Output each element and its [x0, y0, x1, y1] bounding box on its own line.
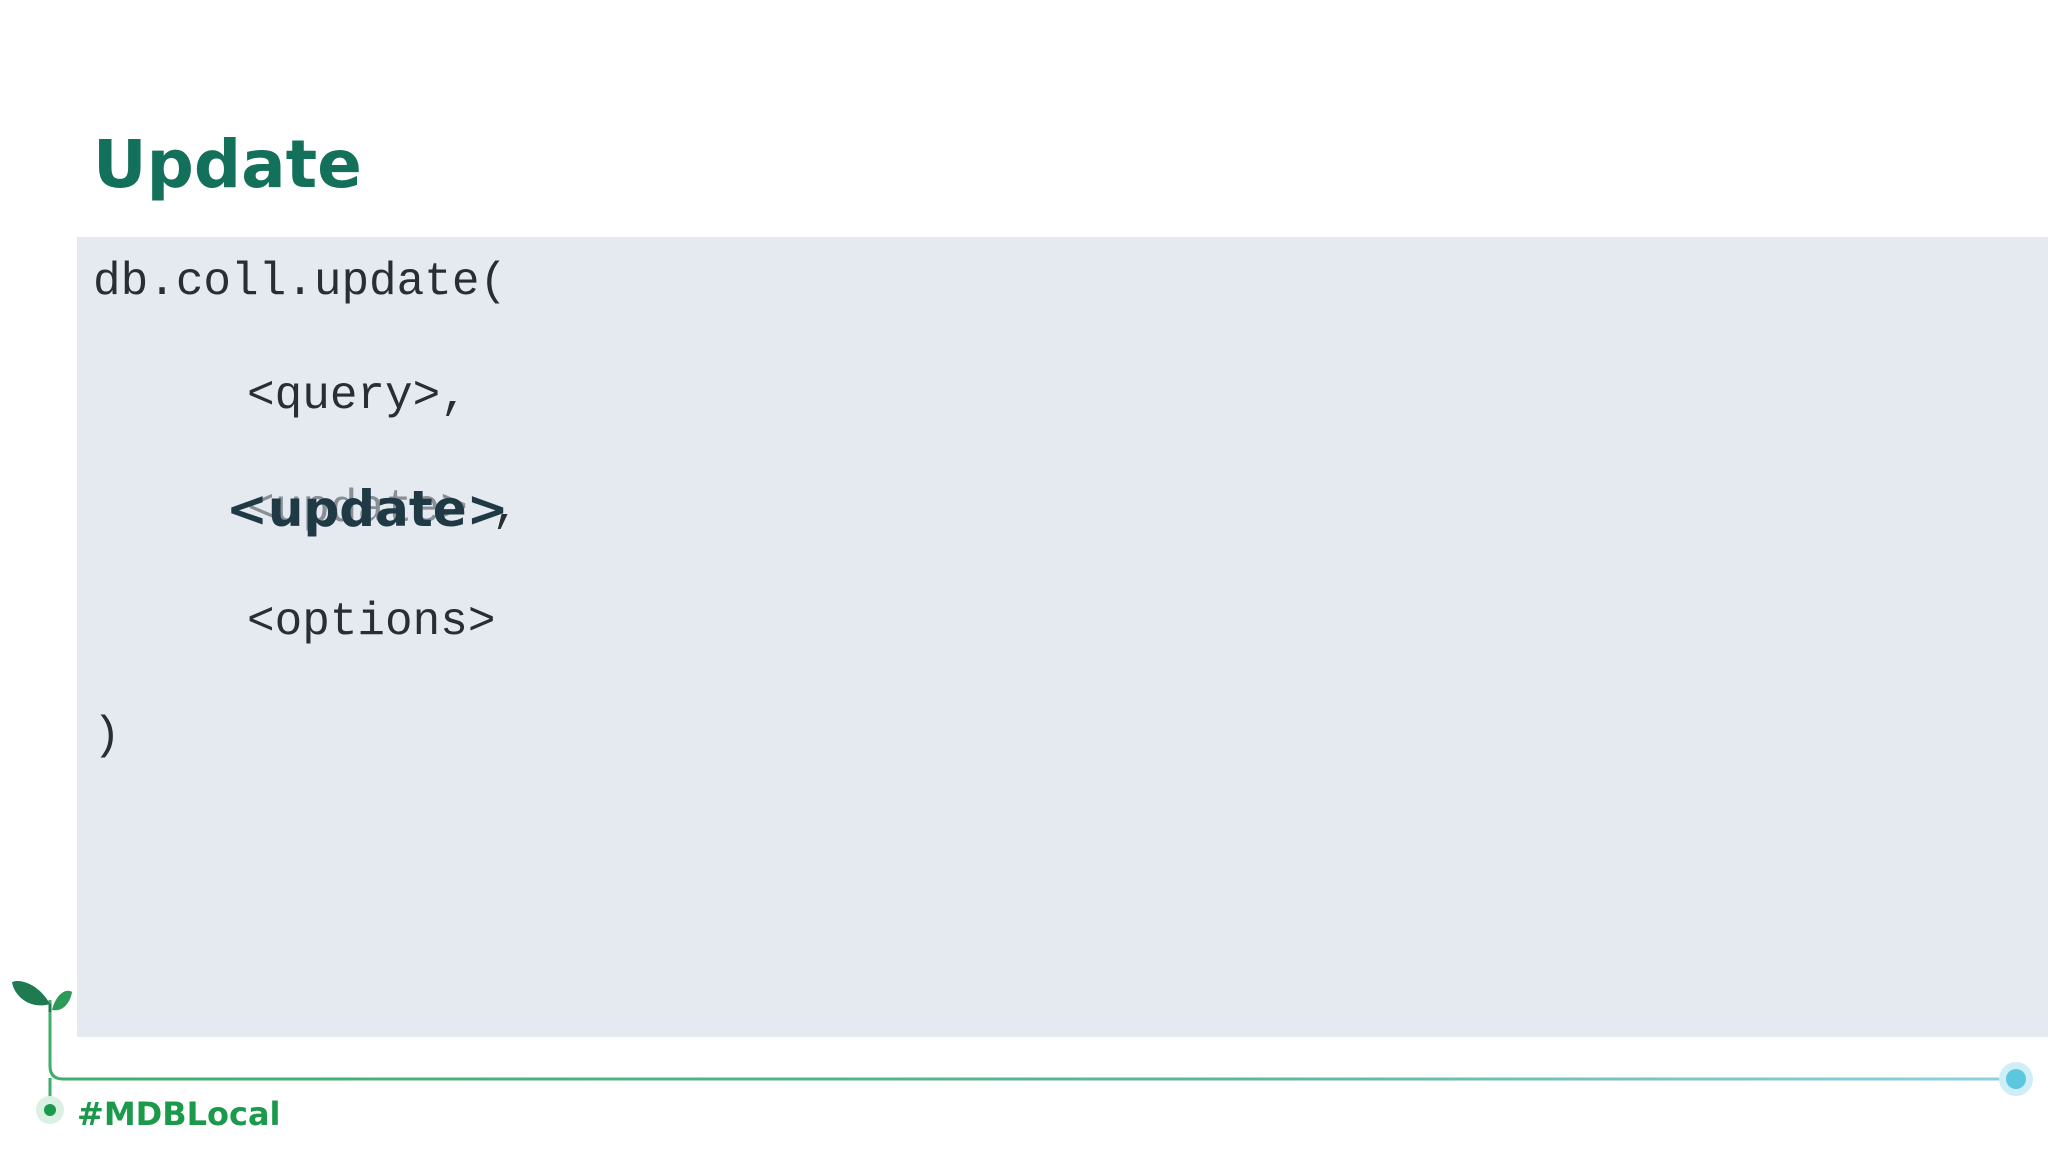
- code-line-2: <query>,: [247, 370, 468, 422]
- timeline-end-dot-icon: [1999, 1062, 2033, 1096]
- code-line-4: <options>: [247, 596, 496, 648]
- highlight-overlay-text: <update>: [226, 480, 509, 538]
- hashtag-label: #MDBLocal: [77, 1095, 281, 1133]
- sprout-leaves-icon: [12, 980, 72, 1012]
- timeline-node-icon: [36, 1096, 64, 1124]
- highlight-trailing-comma: ,: [492, 483, 520, 535]
- slide-title: Update: [93, 126, 362, 203]
- code-line-5: ): [93, 710, 121, 762]
- slide: Update db.coll.update( <query>, <update>…: [0, 0, 2048, 1152]
- code-line-1: db.coll.update(: [93, 256, 508, 308]
